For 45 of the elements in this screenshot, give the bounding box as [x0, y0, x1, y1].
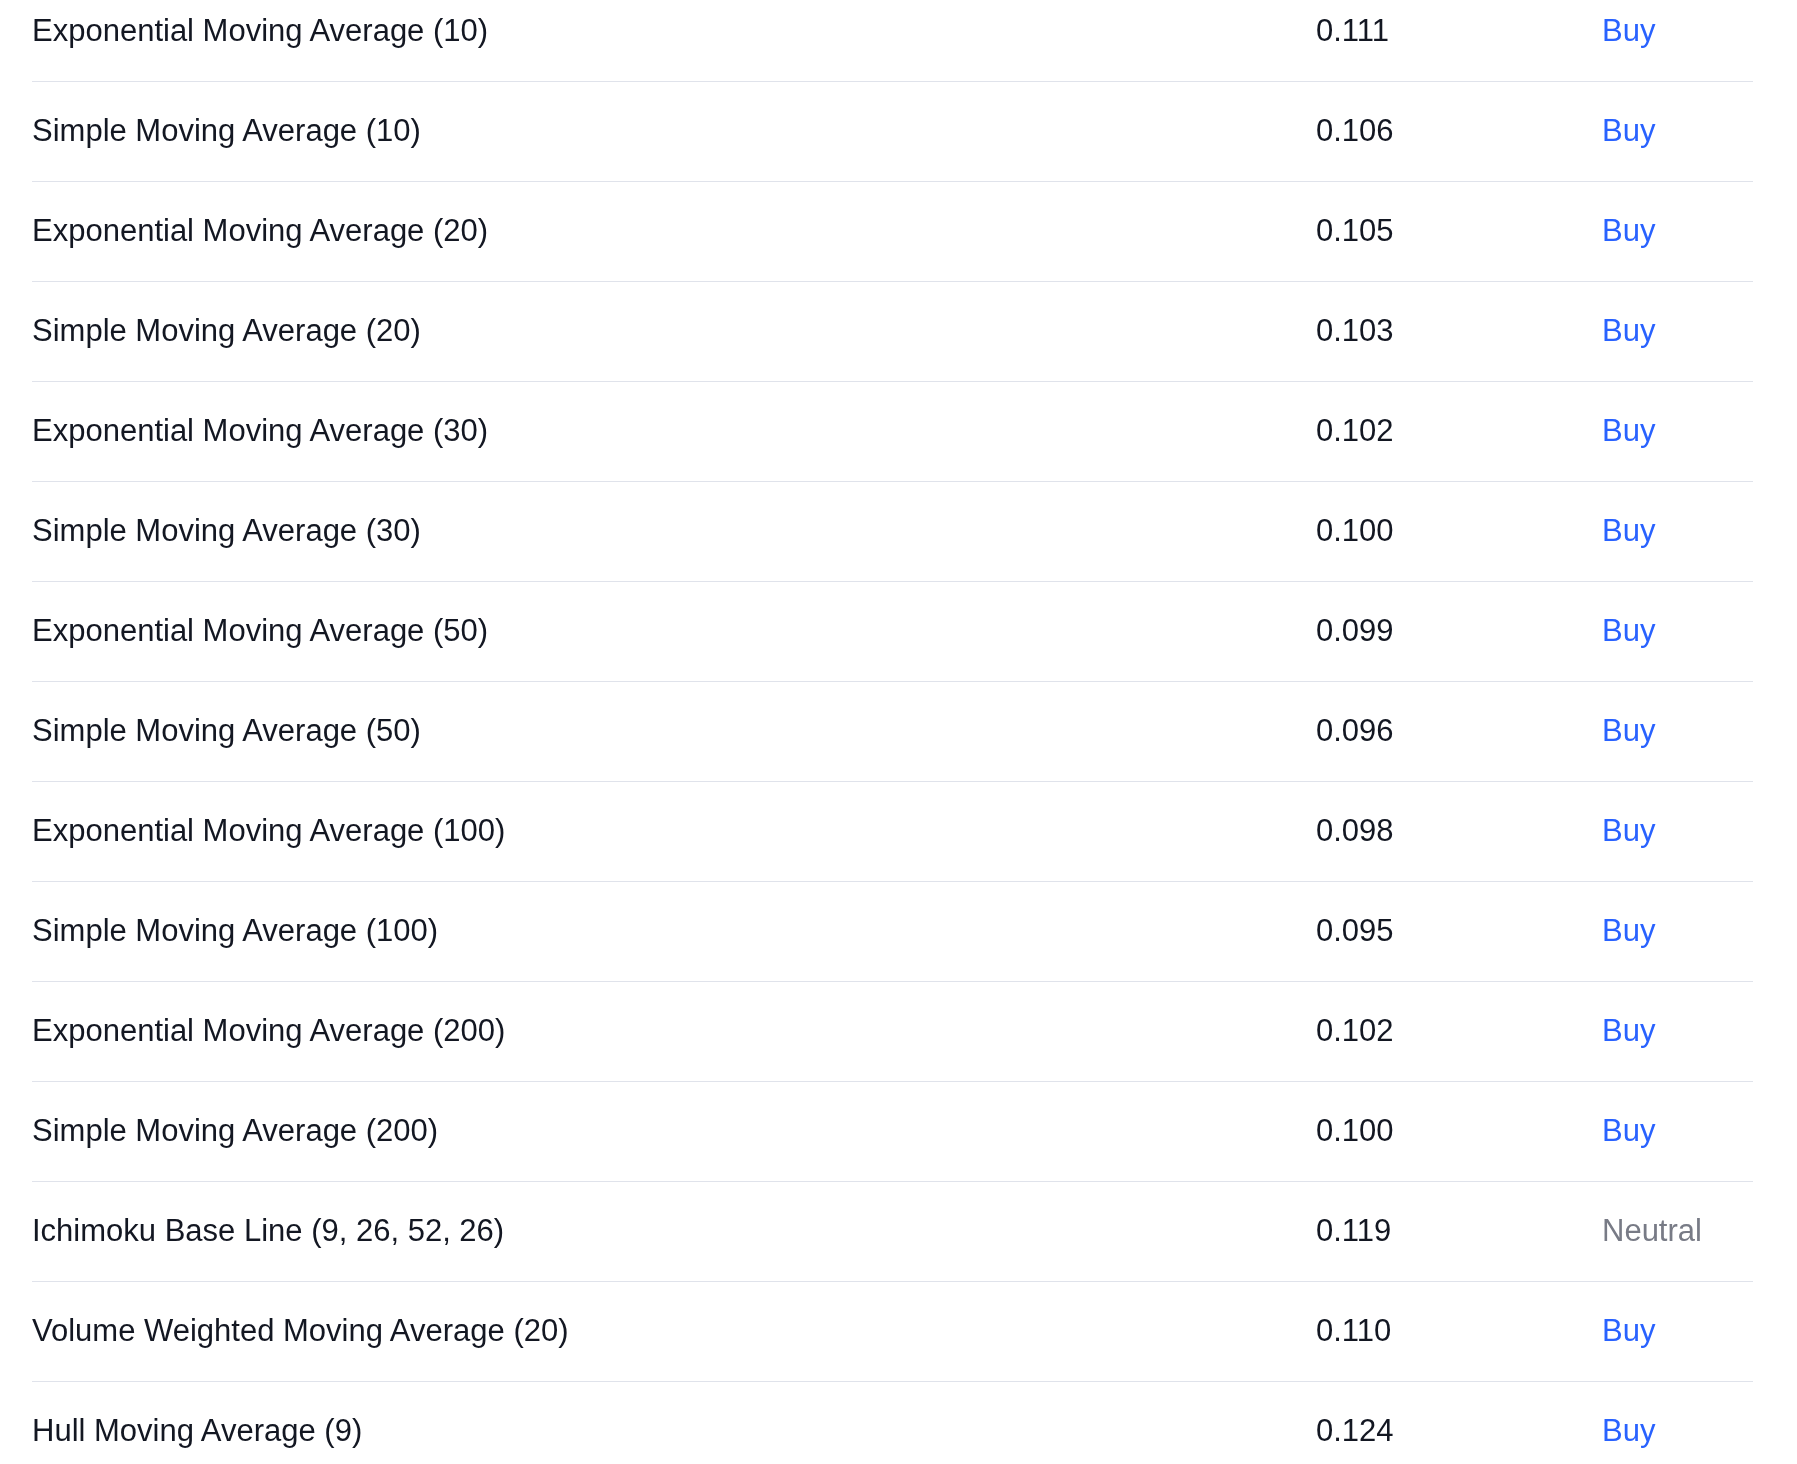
- signal-label: Buy: [1602, 212, 1656, 251]
- signal-label: Buy: [1602, 12, 1656, 51]
- indicator-name: Simple Moving Average (100): [32, 912, 440, 951]
- signal-label: Neutral: [1602, 1212, 1702, 1251]
- signal-label: Buy: [1602, 712, 1656, 751]
- signal-label: Buy: [1602, 612, 1656, 651]
- signal-label: Buy: [1602, 1112, 1656, 1151]
- indicator-name: Simple Moving Average (50): [32, 712, 422, 751]
- indicator-name: Exponential Moving Average (50): [32, 612, 490, 651]
- indicator-name: Ichimoku Base Line (9, 26, 52, 26): [32, 1212, 506, 1251]
- signal-label: Buy: [1602, 312, 1656, 351]
- signal-label: Buy: [1602, 1312, 1656, 1351]
- signal-label: Buy: [1602, 812, 1656, 851]
- indicator-name: Simple Moving Average (20): [32, 312, 422, 351]
- indicator-value: 0.098: [1316, 812, 1395, 851]
- indicator-value: 0.124: [1316, 1412, 1395, 1451]
- indicator-name: Exponential Moving Average (200): [32, 1012, 507, 1051]
- indicator-name: Simple Moving Average (30): [32, 512, 422, 551]
- indicator-value: 0.100: [1316, 1112, 1395, 1151]
- indicator-value: 0.105: [1316, 212, 1395, 251]
- indicator-name: Exponential Moving Average (30): [32, 412, 490, 451]
- indicator-value: 0.099: [1316, 612, 1395, 651]
- indicator-value: 0.111: [1316, 12, 1390, 51]
- indicator-name: Volume Weighted Moving Average (20): [32, 1312, 570, 1351]
- signal-label: Buy: [1602, 1412, 1656, 1451]
- indicator-value: 0.102: [1316, 1012, 1395, 1051]
- indicator-value: 0.106: [1316, 112, 1395, 151]
- indicator-value: 0.096: [1316, 712, 1395, 751]
- indicator-value: 0.095: [1316, 912, 1395, 951]
- indicator-value: 0.103: [1316, 312, 1395, 351]
- indicator-name: Exponential Moving Average (100): [32, 812, 507, 851]
- indicator-value: 0.119: [1316, 1212, 1393, 1251]
- indicator-name: Hull Moving Average (9): [32, 1412, 364, 1451]
- indicator-name: Exponential Moving Average (10): [32, 12, 490, 51]
- indicator-value: 0.100: [1316, 512, 1395, 551]
- signal-label: Buy: [1602, 512, 1656, 551]
- signal-label: Buy: [1602, 412, 1656, 451]
- indicator-name: Exponential Moving Average (20): [32, 212, 490, 251]
- indicator-value: 0.102: [1316, 412, 1395, 451]
- indicator-value: 0.110: [1316, 1312, 1393, 1351]
- indicator-name: Simple Moving Average (10): [32, 112, 422, 151]
- indicator-name: Simple Moving Average (200): [32, 1112, 440, 1151]
- signal-label: Buy: [1602, 912, 1656, 951]
- signal-label: Buy: [1602, 1012, 1656, 1051]
- signal-label: Buy: [1602, 112, 1656, 151]
